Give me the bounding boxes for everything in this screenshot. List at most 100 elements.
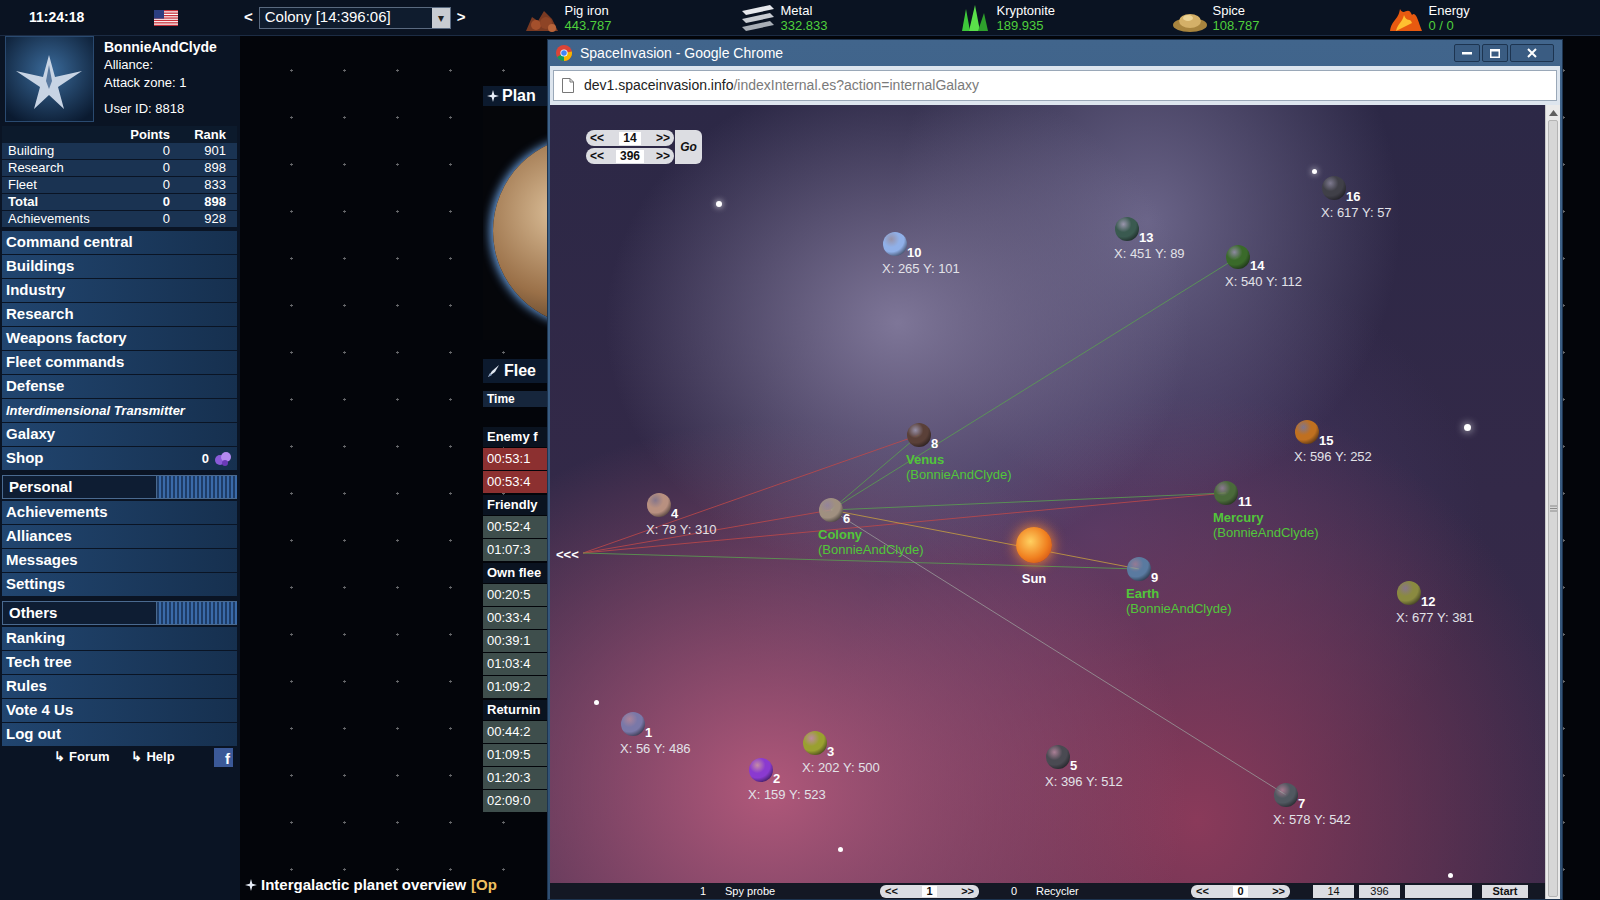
target-planet-field[interactable] bbox=[1405, 885, 1472, 898]
ship-amount[interactable]: 1 bbox=[922, 886, 936, 897]
fleet-row[interactable]: 01:07:3 bbox=[483, 539, 547, 561]
resource-name: Pig iron bbox=[565, 3, 612, 18]
fleet-row[interactable]: 00:33:4 bbox=[483, 607, 547, 629]
next-planet-button[interactable]: > bbox=[455, 6, 468, 29]
planet[interactable] bbox=[1322, 176, 1346, 200]
menu-item[interactable]: Tech tree bbox=[2, 651, 237, 675]
menu-item[interactable]: Vote 4 Us bbox=[2, 699, 237, 723]
previous-planet-button[interactable]: < bbox=[242, 6, 255, 29]
menu-item[interactable]: Alliances bbox=[2, 525, 237, 549]
next-button[interactable]: >> bbox=[656, 129, 670, 147]
menu-item-label: Alliances bbox=[6, 525, 72, 548]
planet[interactable] bbox=[621, 712, 645, 736]
planet[interactable] bbox=[1214, 481, 1238, 505]
title-bar[interactable]: SpaceInvasion - Google Chrome bbox=[550, 40, 1560, 66]
back-button[interactable]: <<< bbox=[556, 545, 579, 565]
menu-item[interactable]: Fleet commands bbox=[2, 351, 237, 375]
menu-item[interactable]: Rules bbox=[2, 675, 237, 699]
menu-item[interactable]: Messages bbox=[2, 549, 237, 573]
increase-button[interactable]: >> bbox=[961, 883, 974, 900]
fleet-row[interactable]: 01:03:4 bbox=[483, 653, 547, 675]
fleet-row[interactable]: 00:20:5 bbox=[483, 584, 547, 606]
facebook-icon[interactable]: f bbox=[214, 748, 233, 767]
planet-select[interactable]: <Colony [14:396:06]▾> bbox=[242, 6, 468, 29]
decrease-button[interactable]: << bbox=[885, 883, 898, 900]
planet[interactable] bbox=[907, 423, 931, 447]
planet-dropdown[interactable]: Colony [14:396:06]▾ bbox=[259, 7, 451, 29]
fleet-row[interactable]: 00:53:1 bbox=[483, 448, 547, 470]
menu-item[interactable]: Interdimensional Transmitter bbox=[2, 399, 237, 423]
planet[interactable] bbox=[1397, 581, 1421, 605]
scroll-up-icon[interactable] bbox=[1546, 105, 1560, 120]
fleet-row[interactable]: 01:09:2 bbox=[483, 676, 547, 698]
scroll-thumb[interactable] bbox=[1548, 120, 1558, 897]
footer-link[interactable]: ↳Help bbox=[131, 747, 174, 767]
menu-item-label: Galaxy bbox=[6, 423, 55, 446]
go-button[interactable]: Go bbox=[675, 130, 702, 164]
footer-link[interactable]: ↳Forum bbox=[54, 747, 109, 767]
planet-number: 4 bbox=[671, 506, 678, 521]
fleet-row[interactable]: 00:39:1 bbox=[483, 630, 547, 652]
dropdown-arrow[interactable]: ▾ bbox=[432, 8, 450, 28]
menu-item[interactable]: Buildings bbox=[2, 255, 237, 279]
route-line bbox=[831, 257, 1238, 510]
address-bar[interactable]: dev1.spaceinvasion.info/indexInternal.es… bbox=[553, 70, 1557, 101]
previous-button[interactable]: << bbox=[590, 147, 604, 165]
galaxy-value[interactable]: 14 bbox=[619, 132, 640, 145]
planet[interactable] bbox=[803, 731, 827, 755]
menu-item[interactable]: Weapons factory bbox=[2, 327, 237, 351]
sun[interactable] bbox=[1016, 527, 1052, 563]
menu-item[interactable]: Galaxy bbox=[2, 423, 237, 447]
planet[interactable] bbox=[1127, 557, 1151, 581]
planet[interactable] bbox=[647, 493, 671, 517]
system-value[interactable]: 396 bbox=[616, 150, 644, 163]
user-block: BonnieAndClydeAlliance:Attack zone: 1Use… bbox=[2, 36, 237, 124]
maximize-icon[interactable] bbox=[1482, 44, 1508, 62]
resource-name: Kryptonite bbox=[997, 3, 1056, 18]
planet[interactable] bbox=[819, 498, 843, 522]
galaxy-field[interactable]: << 14 >> bbox=[586, 130, 674, 146]
menu-item[interactable]: Log out bbox=[2, 723, 237, 747]
ship-amount-stepper[interactable]: << 1 >> bbox=[880, 885, 979, 898]
planet[interactable] bbox=[1115, 217, 1139, 241]
fleet-row[interactable]: 00:53:4 bbox=[483, 471, 547, 493]
fleet-row[interactable]: 01:20:3 bbox=[483, 767, 547, 789]
system-field[interactable]: << 396 >> bbox=[586, 148, 674, 164]
decrease-button[interactable]: << bbox=[1196, 883, 1209, 900]
fleet-row[interactable]: 01:09:5 bbox=[483, 744, 547, 766]
planet[interactable] bbox=[1274, 783, 1298, 807]
menu-item[interactable]: Industry bbox=[2, 279, 237, 303]
fleet-row[interactable]: 00:52:4 bbox=[483, 516, 547, 538]
planet-coordinates: X: 578 Y: 542 bbox=[1273, 812, 1351, 827]
menu-item[interactable]: Settings bbox=[2, 573, 237, 597]
menu-item[interactable]: Achievements bbox=[2, 501, 237, 525]
scrollbar[interactable] bbox=[1545, 105, 1560, 899]
next-button[interactable]: >> bbox=[656, 147, 670, 165]
close-icon[interactable] bbox=[1510, 44, 1554, 62]
browser-window[interactable]: SpaceInvasion - Google Chrome dev1.space… bbox=[547, 39, 1563, 900]
menu-section-header[interactable]: Others bbox=[2, 601, 237, 625]
ship-amount-stepper[interactable]: << 0 >> bbox=[1191, 885, 1290, 898]
fleet-row[interactable]: 00:44:2 bbox=[483, 721, 547, 743]
minimize-icon[interactable] bbox=[1454, 44, 1480, 62]
target-field[interactable]: 396 bbox=[1359, 885, 1400, 898]
menu-section-header[interactable]: Personal bbox=[2, 475, 237, 499]
target-field[interactable]: 14 bbox=[1313, 885, 1354, 898]
planet[interactable] bbox=[1295, 420, 1319, 444]
planet[interactable] bbox=[883, 232, 907, 256]
planet[interactable] bbox=[1226, 245, 1250, 269]
menu-item[interactable]: Command central bbox=[2, 231, 237, 255]
planet-overview-link[interactable]: [Op bbox=[471, 874, 497, 897]
menu-item[interactable]: Research bbox=[2, 303, 237, 327]
start-button[interactable]: Start bbox=[1482, 885, 1528, 898]
previous-button[interactable]: << bbox=[590, 129, 604, 147]
resource-icon bbox=[1172, 3, 1208, 33]
increase-button[interactable]: >> bbox=[1272, 883, 1285, 900]
ship-amount[interactable]: 0 bbox=[1233, 886, 1247, 897]
planet[interactable] bbox=[749, 758, 773, 782]
menu-item[interactable]: Defense bbox=[2, 375, 237, 399]
fleet-row[interactable]: 02:09:0 bbox=[483, 790, 547, 812]
menu-item[interactable]: Shop0 bbox=[2, 447, 237, 471]
menu-item[interactable]: Ranking bbox=[2, 627, 237, 651]
planet[interactable] bbox=[1046, 745, 1070, 769]
